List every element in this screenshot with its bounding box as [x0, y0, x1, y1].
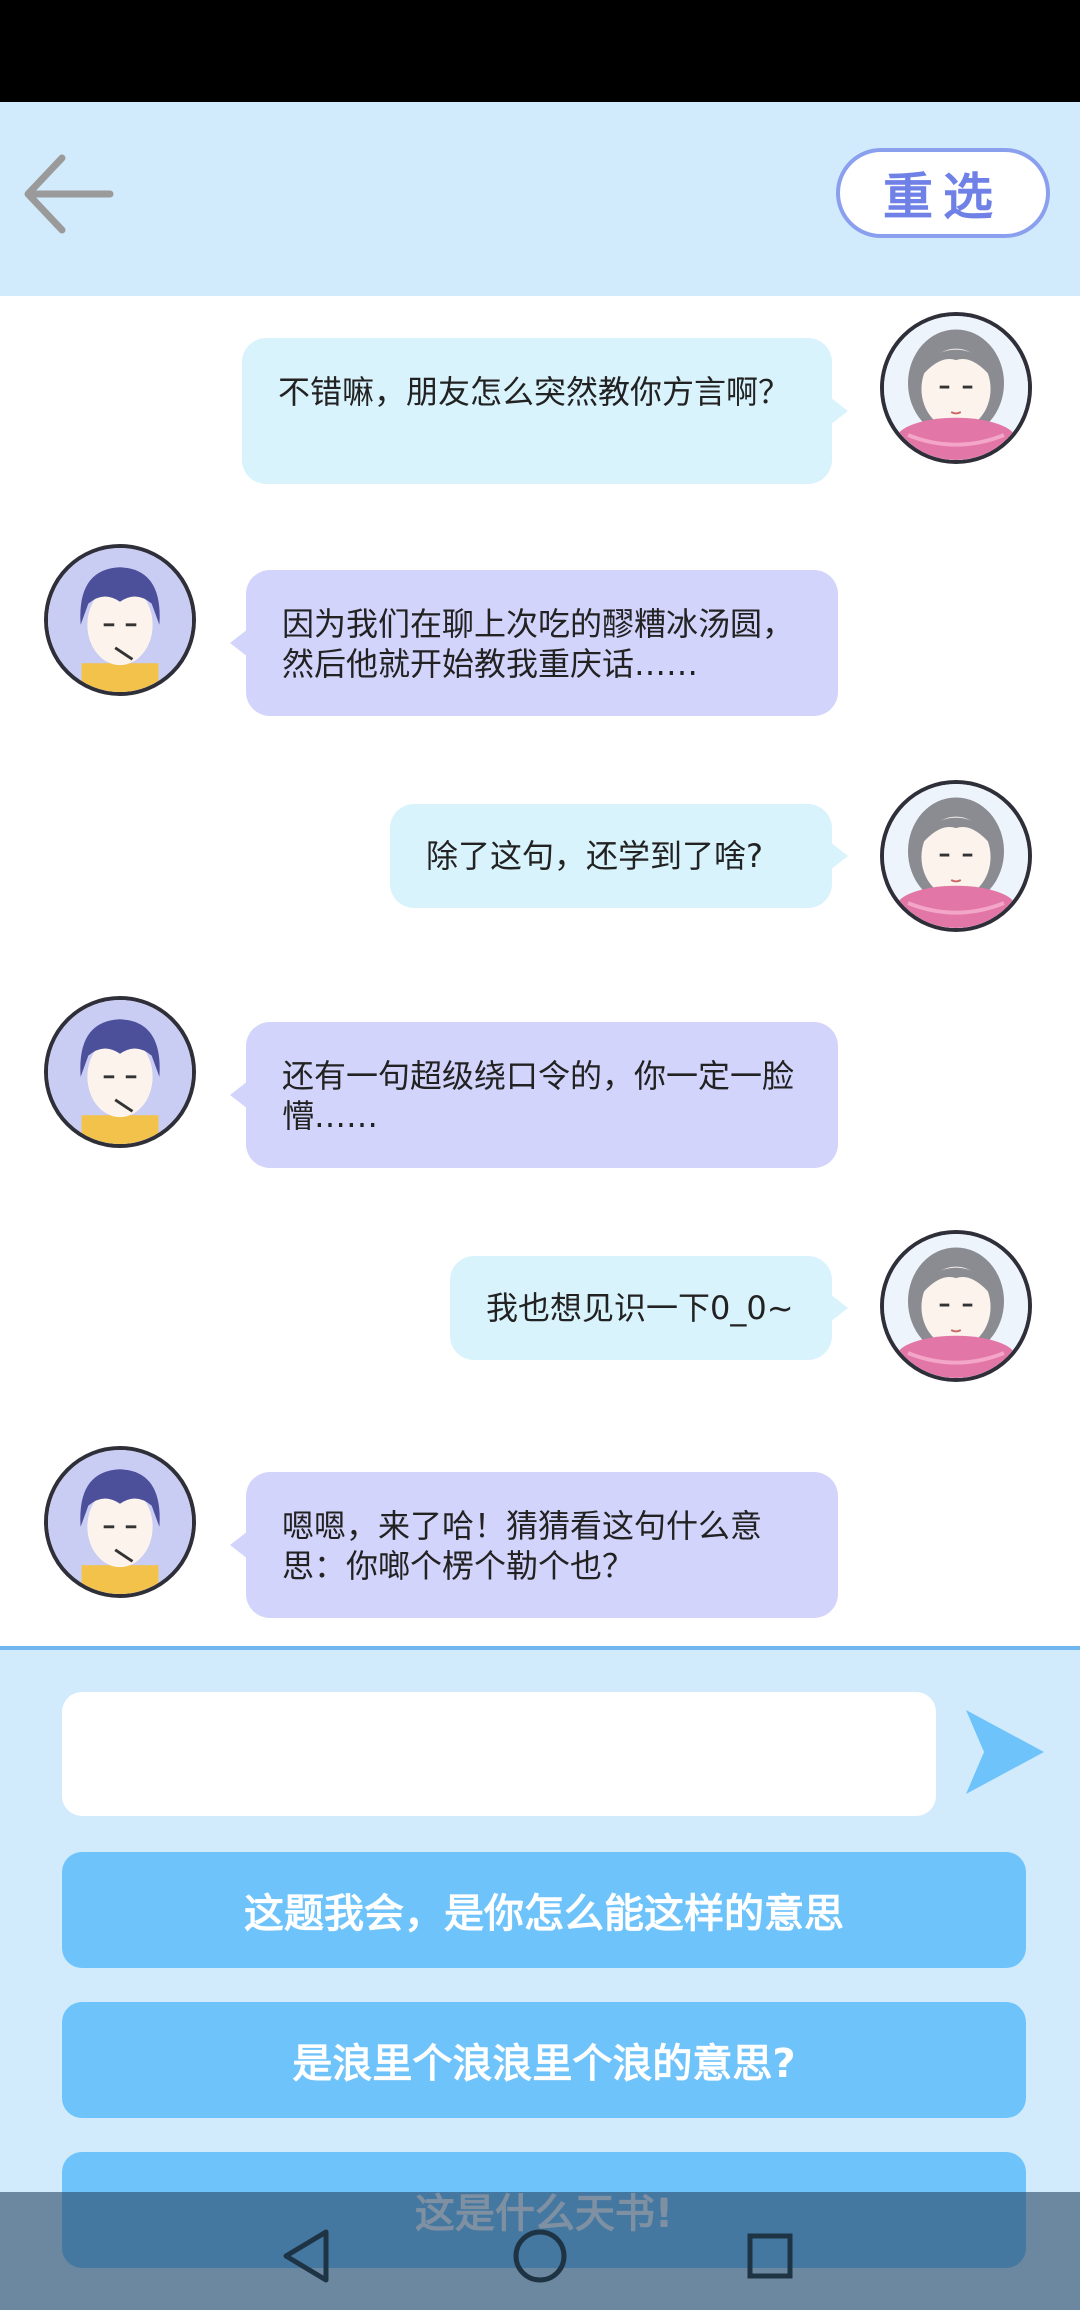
girl-avatar-icon	[884, 784, 1028, 928]
girl-avatar[interactable]	[880, 312, 1032, 464]
message-text: 我也想见识一下0_0~	[486, 1289, 794, 1327]
boy-avatar-icon	[48, 548, 192, 692]
message-bubble-outgoing: 不错嘛，朋友怎么突然教你方言啊？	[242, 338, 848, 484]
message-bubble-incoming: 嗯嗯，来了哈！猜猜看这句什么意思：你啷个楞个勒个也？	[230, 1472, 838, 1618]
nav-home-button[interactable]	[500, 2216, 580, 2296]
header: 重选	[0, 102, 1080, 296]
message-bubble-outgoing: 除了这句，还学到了啥?	[390, 804, 848, 908]
girl-avatar[interactable]	[880, 1230, 1032, 1382]
message-text: 还有一句超级绕口令的，你一定一脸懵……	[282, 1057, 795, 1135]
reselect-label: 重选	[883, 168, 1003, 226]
answer-option-1[interactable]: 这题我会，是你怎么能这样的意思	[62, 1852, 1026, 1968]
option-label: 是浪里个浪浪里个浪的意思?	[292, 2041, 796, 2087]
back-button[interactable]	[18, 142, 122, 246]
status-bar	[0, 0, 1080, 102]
boy-avatar-icon	[48, 1450, 192, 1594]
boy-avatar[interactable]	[44, 1446, 196, 1598]
send-arrow-icon	[966, 1710, 1044, 1794]
message-text: 因为我们在聊上次吃的醪糟冰汤圆，然后他就开始教我重庆话……	[282, 605, 795, 683]
message-input[interactable]	[62, 1692, 936, 1816]
girl-avatar-icon	[884, 316, 1028, 460]
boy-avatar[interactable]	[44, 996, 196, 1148]
boy-avatar[interactable]	[44, 544, 196, 696]
answer-option-2[interactable]: 是浪里个浪浪里个浪的意思?	[62, 2002, 1026, 2118]
circle-home-icon	[513, 2229, 567, 2283]
triangle-back-icon	[283, 2229, 329, 2283]
girl-avatar-icon	[884, 1234, 1028, 1378]
message-text: 嗯嗯，来了哈！猜猜看这句什么意思：你啷个楞个勒个也？	[282, 1507, 763, 1585]
boy-avatar-icon	[48, 1000, 192, 1144]
nav-back-button[interactable]	[268, 2216, 348, 2296]
arrow-left-icon	[24, 154, 114, 234]
chat-area: 不错嘛，朋友怎么突然教你方言啊？ 因为我们在聊上次吃的醪糟冰汤圆，然后他就开始教…	[0, 296, 1080, 1646]
square-recents-icon	[747, 2233, 793, 2279]
system-navigation-bar	[0, 2192, 1080, 2310]
message-bubble-incoming: 还有一句超级绕口令的，你一定一脸懵……	[230, 1022, 838, 1168]
girl-avatar[interactable]	[880, 780, 1032, 932]
message-text: 不错嘛，朋友怎么突然教你方言啊？	[278, 373, 791, 411]
message-bubble-incoming: 因为我们在聊上次吃的醪糟冰汤圆，然后他就开始教我重庆话……	[230, 570, 838, 716]
send-button[interactable]	[960, 1706, 1048, 1798]
message-text: 除了这句，还学到了啥?	[426, 837, 763, 875]
message-bubble-outgoing: 我也想见识一下0_0~	[450, 1256, 848, 1360]
nav-recents-button[interactable]	[730, 2216, 810, 2296]
option-label: 这题我会，是你怎么能这样的意思	[244, 1891, 844, 1937]
reselect-button[interactable]: 重选	[836, 148, 1050, 238]
